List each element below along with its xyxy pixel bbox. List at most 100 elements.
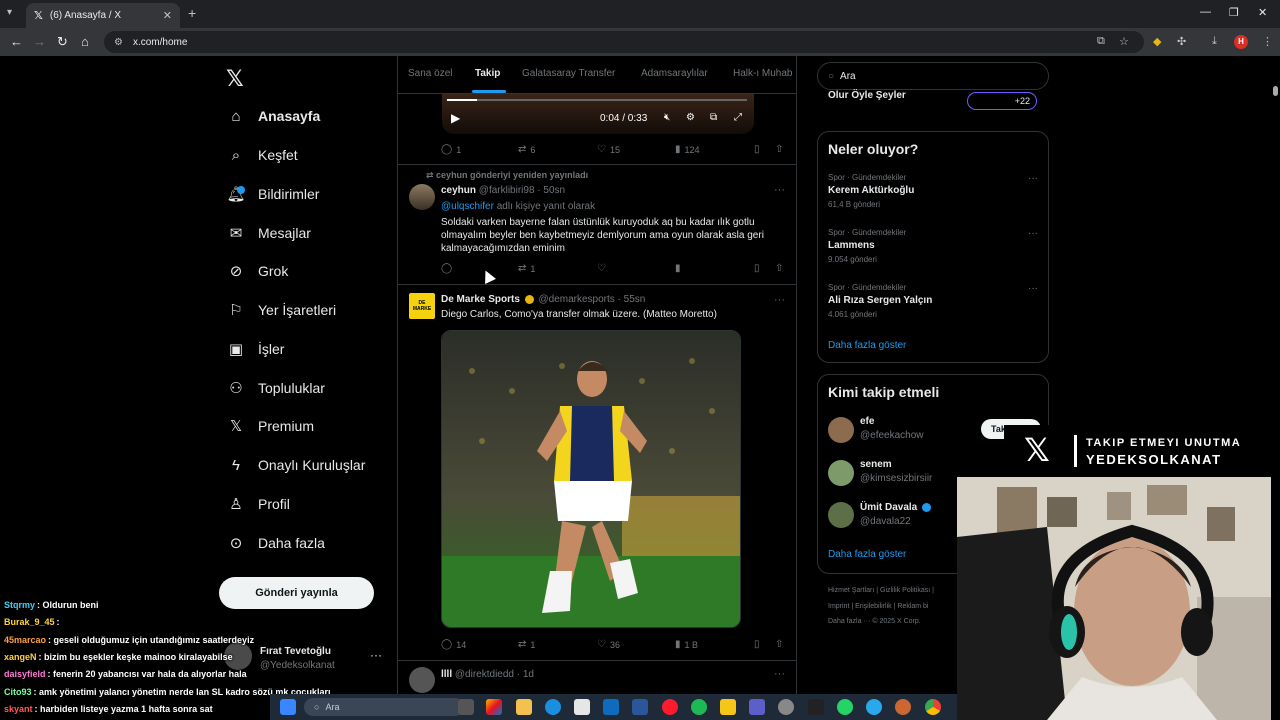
post-button[interactable]: Gönderi yayınla: [219, 577, 374, 609]
maximize-icon[interactable]: ❐: [1229, 6, 1239, 19]
store-icon[interactable]: [574, 699, 590, 715]
tab-takip[interactable]: Takip: [475, 68, 500, 79]
share-button[interactable]: ⇧: [775, 263, 787, 274]
page-scrollbar[interactable]: [1271, 56, 1280, 720]
file-explorer-icon[interactable]: [516, 699, 532, 715]
site-info-icon[interactable]: ⚙: [114, 37, 123, 48]
tab-search-icon[interactable]: ▾: [7, 7, 12, 18]
show-more-link[interactable]: Daha fazla göster: [828, 549, 906, 560]
nav-item-premium[interactable]: 𝕏 Premium: [226, 412, 314, 440]
reply-button[interactable]: ◯ 1: [441, 144, 461, 155]
footer-links[interactable]: Daha fazla ··· © 2025 X Corp.: [828, 618, 921, 625]
bookmark-button[interactable]: ▯: [754, 639, 764, 650]
app-icon[interactable]: [632, 699, 648, 715]
x-logo-icon[interactable]: 𝕏: [226, 66, 244, 92]
app-icon[interactable]: [808, 699, 824, 715]
avatar[interactable]: [409, 184, 435, 210]
repost-button[interactable]: ⇄ 1: [518, 639, 535, 650]
like-button[interactable]: ♡ 36: [597, 639, 620, 650]
nav-item-grok[interactable]: ⊘ Grok: [226, 257, 289, 285]
bookmark-button[interactable]: ▯: [754, 144, 764, 155]
tab-halk-i-muhab[interactable]: Halk-ı Muhab: [733, 68, 792, 79]
more-icon[interactable]: ···: [774, 294, 785, 306]
tab-galatasaray-transfer[interactable]: Galatasaray Transfer: [522, 68, 615, 79]
taskbar-search[interactable]: ○ Ara: [304, 698, 464, 716]
tweet-photo[interactable]: [441, 330, 741, 628]
pip-icon[interactable]: ⧉: [710, 112, 717, 123]
play-icon[interactable]: ▶: [451, 111, 460, 125]
more-icon[interactable]: ···: [1028, 283, 1038, 294]
views-button[interactable]: ▮ 124: [675, 144, 700, 155]
views-button[interactable]: ▮ 1 B: [675, 639, 698, 650]
telegram-icon[interactable]: [866, 699, 882, 715]
whatsapp-icon[interactable]: [837, 699, 853, 715]
repost-button[interactable]: ⇄ 6: [518, 144, 535, 155]
nav-item-mesajlar[interactable]: ✉ Mesajlar: [226, 219, 311, 247]
spotify-icon[interactable]: [691, 699, 707, 715]
home-browser-icon[interactable]: ⌂: [81, 34, 89, 49]
tab-sana-ozel[interactable]: Sana özel: [408, 68, 452, 79]
address-bar[interactable]: ⚙ x.com/home: [104, 31, 1144, 53]
more-icon[interactable]: ···: [370, 648, 382, 662]
browser-tab[interactable]: 𝕏 (6) Anasayfa / X ✕: [26, 3, 180, 28]
nav-item-bildirimler[interactable]: 🔔︎ Bildirimler: [226, 180, 319, 208]
settings-icon[interactable]: ⚙: [686, 112, 695, 123]
bookmark-button[interactable]: ▯: [754, 263, 764, 274]
puzzle-icon[interactable]: ✣: [1177, 35, 1186, 48]
windows-start-icon[interactable]: [280, 699, 296, 715]
teams-icon[interactable]: [749, 699, 765, 715]
more-icon[interactable]: ···: [1028, 228, 1038, 239]
avatar[interactable]: [828, 502, 854, 528]
nav-item-keşfet[interactable]: ⌕ Keşfet: [226, 141, 298, 169]
suggestion-name[interactable]: Ümit Davala: [860, 502, 933, 513]
settings-icon[interactable]: [778, 699, 794, 715]
reply-button[interactable]: ◯: [441, 263, 456, 274]
mute-icon[interactable]: 🔇︎: [664, 112, 670, 123]
app-icon[interactable]: [720, 699, 736, 715]
avatar[interactable]: DE MARKE: [409, 293, 435, 319]
back-icon[interactable]: ←: [10, 34, 23, 49]
video-progress[interactable]: [447, 99, 747, 101]
share-button[interactable]: ⇧: [775, 639, 787, 650]
footer-links[interactable]: Hizmet Şartları | Gizlilik Politikası |: [828, 587, 934, 594]
like-button[interactable]: ♡: [597, 263, 610, 274]
nav-item-onaylı-kuruluşlar[interactable]: ϟ Onaylı Kuruluşlar: [226, 451, 365, 479]
forward-icon[interactable]: →: [33, 34, 46, 49]
tab-adamsaraylilar[interactable]: Adamsaraylılar: [641, 68, 708, 79]
tweet-author[interactable]: llll: [441, 669, 452, 680]
menu-icon[interactable]: ⋮: [1262, 35, 1273, 48]
task-view-icon[interactable]: [458, 699, 474, 715]
download-icon[interactable]: ⤓: [1212, 35, 1217, 48]
copilot-icon[interactable]: [486, 699, 502, 715]
avatar[interactable]: [828, 417, 854, 443]
profile-avatar[interactable]: H: [1234, 35, 1248, 49]
nav-item-i-şler[interactable]: ▣ İşler: [226, 335, 285, 363]
account-switcher[interactable]: Fırat Tevetoğlu @Yedeksolkanat ···: [224, 642, 388, 676]
avatar[interactable]: [409, 667, 435, 693]
nav-item-daha-fazla[interactable]: ⊙ Daha fazla: [226, 529, 325, 557]
more-icon[interactable]: ···: [774, 668, 785, 680]
reply-button[interactable]: ◯ 14: [441, 639, 466, 650]
minimize-icon[interactable]: —: [1200, 6, 1211, 18]
search-input[interactable]: ○ Ara: [817, 62, 1049, 90]
opera-icon[interactable]: [662, 699, 678, 715]
tweet-author[interactable]: ceyhun: [441, 185, 476, 196]
more-icon[interactable]: ···: [1028, 173, 1038, 184]
tweet-author[interactable]: De Marke Sports: [441, 294, 520, 305]
app-icon[interactable]: [895, 699, 911, 715]
more-icon[interactable]: ···: [774, 184, 785, 196]
show-more-link[interactable]: Daha fazla göster: [828, 340, 906, 351]
avatar-group[interactable]: +22: [967, 92, 1037, 110]
trend-name[interactable]: Kerem Aktürkoğlu: [828, 185, 914, 196]
avatar[interactable]: [828, 460, 854, 486]
star-icon[interactable]: ☆: [1119, 35, 1129, 48]
repost-button[interactable]: ⇄ 1: [518, 263, 535, 274]
suggestion-name[interactable]: senem: [860, 459, 892, 470]
footer-links[interactable]: Imprint | Erişilebilirlik | Reklam bi: [828, 603, 929, 610]
like-button[interactable]: ♡ 15: [597, 144, 620, 155]
outlook-icon[interactable]: [603, 699, 619, 715]
close-tab-icon[interactable]: ✕: [163, 9, 172, 22]
share-button[interactable]: ⇧: [775, 144, 787, 155]
extension-icon[interactable]: ◆: [1153, 35, 1161, 48]
views-button[interactable]: ▮: [675, 263, 685, 274]
